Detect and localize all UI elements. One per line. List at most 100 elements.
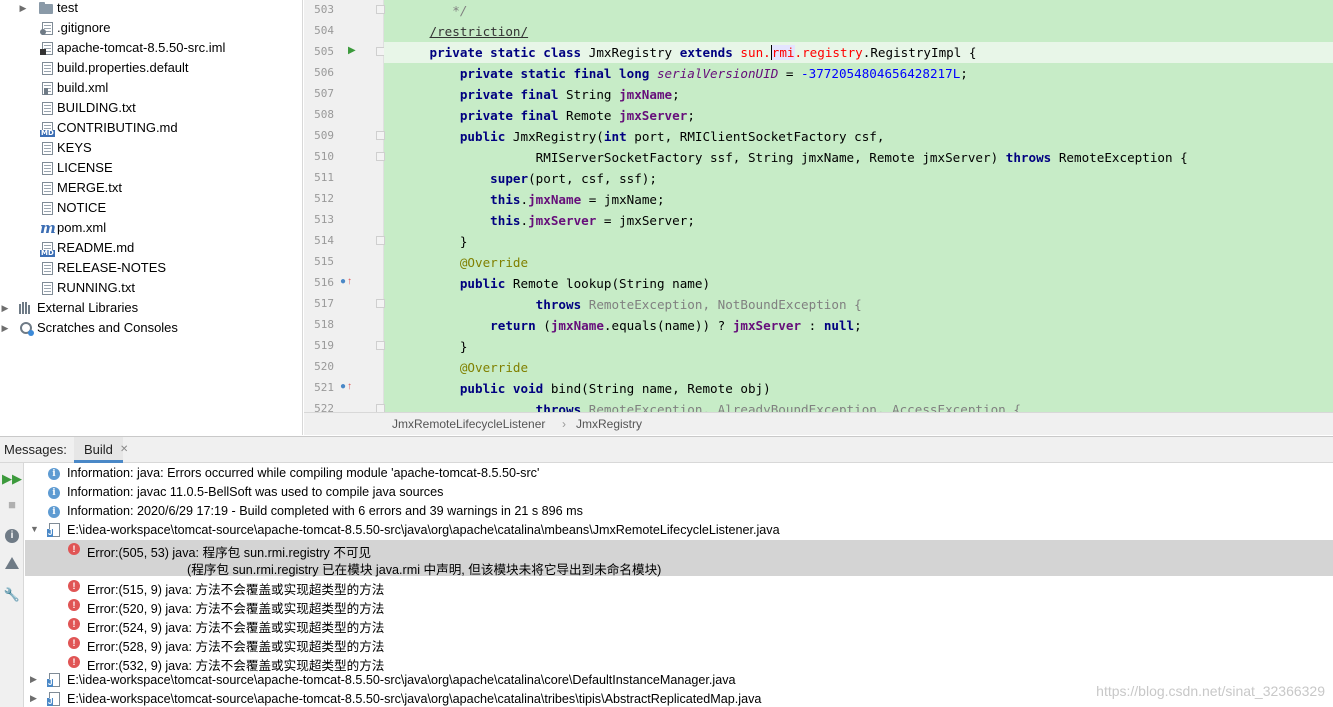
code-text: RemoteException, AlreadyBoundException, … [588, 402, 1021, 412]
line-number: 517 [314, 297, 334, 310]
tree-item-label: .gitignore [57, 20, 111, 35]
code-line-current: private static class JmxRegistry extends… [384, 42, 1333, 63]
code-text: RemoteException { [1058, 150, 1188, 165]
messages-title: Messages: [4, 442, 67, 457]
scratch-icon [19, 321, 34, 336]
message-row[interactable]: i Information: 2020/6/29 17:19 - Build c… [25, 502, 1333, 521]
tree-item-pom-xml[interactable]: m pom.xml [0, 218, 302, 238]
code-keyword: throws [535, 402, 589, 412]
message-error-row[interactable]: ! Error:(520, 9) java: 方法不会覆盖或实现超类型的方法 [25, 596, 1333, 616]
message-error-row[interactable]: ! Error:(515, 9) java: 方法不会覆盖或实现超类型的方法 [25, 577, 1333, 597]
code-keyword: private static class [429, 45, 589, 60]
message-error-row[interactable]: ! Error:(528, 9) java: 方法不会覆盖或实现超类型的方法 [25, 634, 1333, 654]
chevron-down-icon[interactable]: ▼ [30, 524, 39, 534]
code-keyword: throws [1005, 150, 1059, 165]
error-icon: ! [68, 637, 80, 649]
tree-item-merge-txt[interactable]: MERGE.txt [0, 178, 302, 198]
tree-item-notice[interactable]: NOTICE [0, 198, 302, 218]
override-marker-icon[interactable]: ● [340, 276, 346, 287]
java-file-icon [47, 692, 60, 706]
gutter-row: 505 ▶ [304, 42, 385, 63]
error-icon: ! [68, 656, 80, 668]
message-error-row[interactable]: ! Error:(532, 9) java: 方法不会覆盖或实现超类型的方法 [25, 653, 1333, 673]
code-line: throws RemoteException, NotBoundExceptio… [384, 294, 1333, 315]
chevron-right-icon[interactable]: ▶ [0, 303, 10, 313]
code-keyword: return [490, 318, 544, 333]
override-marker-icon[interactable]: ● [340, 381, 346, 392]
line-number: 515 [314, 255, 334, 268]
tree-item-gitignore[interactable]: .gitignore [0, 18, 302, 38]
message-error-row[interactable]: ! Error:(524, 9) java: 方法不会覆盖或实现超类型的方法 [25, 615, 1333, 635]
code-keyword: super [490, 171, 529, 186]
tree-item-label: apache-tomcat-8.5.50-src.iml [57, 40, 226, 55]
tree-item-external-libraries[interactable]: ▶ External Libraries [0, 298, 302, 318]
messages-list[interactable]: i Information: java: Errors occurred whi… [25, 463, 1333, 707]
code-text: bind(String name, Remote obj) [550, 381, 771, 396]
code-line: @Override [384, 252, 1333, 273]
code-comment: */ [452, 3, 468, 18]
chevron-right-icon[interactable]: ▶ [30, 693, 37, 704]
file-icon [40, 101, 54, 115]
info-icon: i [48, 487, 60, 499]
message-file-row[interactable]: ▼ E:\idea-workspace\tomcat-source\apache… [25, 521, 1333, 540]
code-area[interactable]: */ /restriction/ private static class Jm… [384, 0, 1333, 412]
code-line: @Override [384, 357, 1333, 378]
tree-item-running-txt[interactable]: RUNNING.txt [0, 278, 302, 298]
code-text: (port, csf, ssf); [528, 171, 657, 186]
java-file-icon [47, 523, 60, 537]
file-icon [40, 61, 54, 75]
error-icon: ! [68, 618, 80, 630]
tree-item-license[interactable]: LICENSE [0, 158, 302, 178]
run-icon[interactable]: ▶ [348, 45, 356, 56]
tab-build[interactable]: Build [74, 437, 123, 463]
tree-item-label: RELEASE-NOTES [57, 260, 167, 275]
chevron-right-icon[interactable]: ▶ [0, 323, 10, 333]
chevron-right-icon[interactable]: ▶ [18, 3, 28, 13]
wrench-icon[interactable]: 🔧 [3, 586, 21, 604]
breadcrumb-item[interactable]: JmxRegistry [576, 417, 642, 431]
tree-item-scratches[interactable]: ▶ Scratches and Consoles [0, 318, 302, 338]
code-line: this.jmxName = jmxName; [384, 189, 1333, 210]
warning-filter-icon[interactable] [3, 554, 21, 572]
tree-item-iml[interactable]: apache-tomcat-8.5.50-src.iml [0, 38, 302, 58]
message-error-row-selected[interactable]: ! Error:(505, 53) java: 程序包 sun.rmi.regi… [25, 540, 1333, 577]
line-number: 513 [314, 213, 334, 226]
file-icon [40, 261, 54, 275]
tree-item-label: pom.xml [57, 220, 107, 235]
arrow-up-icon: ↑ [347, 381, 352, 392]
line-number: 521 [314, 381, 334, 394]
tree-item-keys[interactable]: KEYS [0, 138, 302, 158]
code-field: serialVersionUID [656, 66, 779, 81]
gutter-row: 507 [304, 84, 384, 105]
code-line: throws RemoteException, AlreadyBoundExce… [384, 399, 1333, 412]
tree-item-build-properties[interactable]: build.properties.default [0, 58, 302, 78]
tree-item-label: build.properties.default [57, 60, 189, 75]
code-line: this.jmxServer = jmxServer; [384, 210, 1333, 231]
chevron-right-icon[interactable]: ▶ [30, 674, 37, 685]
code-line: public Remote lookup(String name) [384, 273, 1333, 294]
tree-item-build-xml[interactable]: build.xml [0, 78, 302, 98]
maven-icon: m [40, 219, 56, 237]
code-error: sun. [740, 45, 771, 60]
tree-item-building-txt[interactable]: BUILDING.txt [0, 98, 302, 118]
message-row[interactable]: i Information: javac 11.0.5-BellSoft was… [25, 483, 1333, 502]
tree-item-label: RUNNING.txt [57, 280, 135, 295]
gutter-row: 517 [304, 294, 385, 315]
tree-item-readme-md[interactable]: MD README.md [0, 238, 302, 258]
message-row[interactable]: i Information: java: Errors occurred whi… [25, 464, 1333, 483]
rerun-icon[interactable]: ▶▶ [2, 470, 22, 488]
code-editor[interactable]: 503 504 505 ▶ 506 507 508 509 510 511 512… [304, 0, 1333, 412]
tree-item-release-notes[interactable]: RELEASE-NOTES [0, 258, 302, 278]
tree-item-test[interactable]: ▶ test [0, 0, 302, 18]
code-text: Remote lookup(String name) [512, 276, 711, 291]
info-filter-icon[interactable]: i [3, 527, 21, 545]
stop-icon[interactable]: ■ [3, 495, 21, 513]
code-line: return (jmxName.equals(name)) ? jmxServe… [384, 315, 1333, 336]
close-icon[interactable]: ✕ [120, 444, 128, 455]
tree-item-label: LICENSE [57, 160, 113, 175]
breadcrumb-item[interactable]: JmxRemoteLifecycleListener [392, 417, 545, 431]
code-keyword: throws [535, 297, 589, 312]
code-field: jmxServer [528, 213, 597, 228]
tree-item-contributing-md[interactable]: MD CONTRIBUTING.md [0, 118, 302, 138]
code-keyword: this [490, 213, 521, 228]
